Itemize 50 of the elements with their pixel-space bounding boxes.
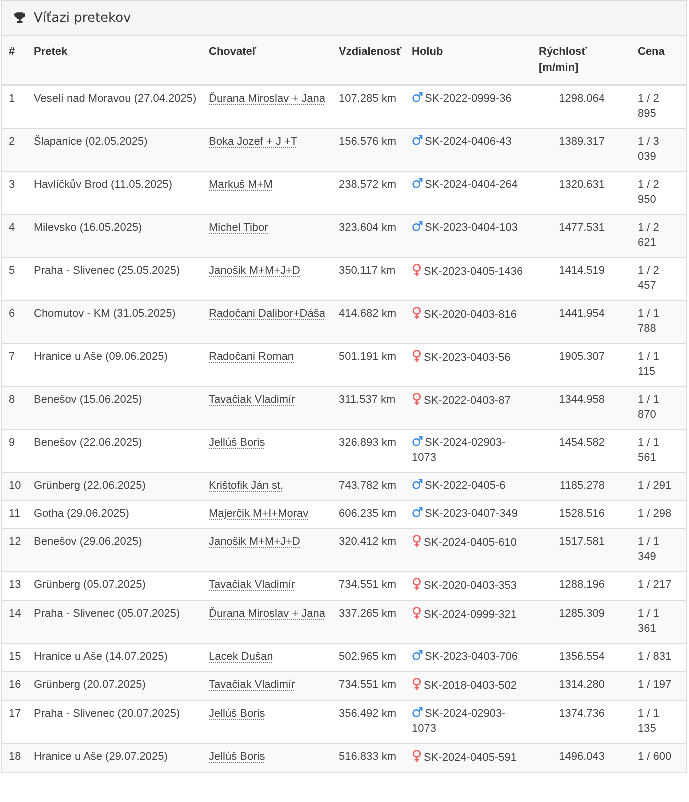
breeder-link[interactable]: Ďurana Miroslav + Jana: [209, 92, 326, 107]
pigeon-ring-number: SK-2023-0404-103: [425, 222, 518, 234]
column-header: Chovateľ: [202, 36, 332, 85]
column-header: Holub: [405, 36, 532, 85]
pigeon-ring-number: SK-2024-0404-264: [425, 179, 518, 191]
pigeon-ring-number: SK-2024-02903-1073: [412, 437, 506, 464]
pigeon-ring-number: SK-2018-0403-502: [424, 680, 517, 692]
table-cell: 516.833 km: [332, 744, 405, 772]
pigeon-ring-number: SK-2022-0405-6: [425, 480, 506, 492]
breeder-link[interactable]: Michel Tibor: [209, 221, 268, 236]
column-header: Rýchlosť [m/min]: [532, 36, 631, 85]
table-cell: 1496.043: [532, 744, 631, 772]
pigeon-ring-number: SK-2024-0405-591: [424, 752, 517, 764]
breeder-link[interactable]: Jellúš Boris: [209, 436, 266, 451]
table-cell: 18: [2, 744, 27, 772]
pigeon-ring-number: SK-2024-0406-43: [425, 136, 512, 148]
breeder-link[interactable]: Janošik M+M+J+D: [209, 264, 300, 279]
breeder-link[interactable]: Markuš M+M: [209, 178, 273, 193]
breeder-link[interactable]: Krištofik Ján st.: [209, 479, 284, 494]
pigeon-ring-number: SK-2023-0407-349: [425, 508, 518, 520]
pigeon-ring-number: SK-2020-0403-816: [424, 309, 517, 321]
breeder-link[interactable]: Radočani Roman: [209, 350, 294, 365]
column-header: Pretek: [27, 36, 202, 85]
pigeon-ring-number: SK-2024-02903-1073: [412, 708, 506, 735]
breeder-link[interactable]: Ďurana Miroslav + Jana: [209, 607, 326, 622]
breeder-link[interactable]: Majerčik M+I+Morav: [209, 507, 309, 522]
pigeon-ring-number: SK-2023-0403-706: [425, 651, 518, 663]
pigeon-ring-number: SK-2023-0403-56: [424, 352, 511, 364]
pigeon-ring-number: SK-2024-0999-321: [424, 609, 517, 621]
breeder-link[interactable]: Jellúš Boris: [209, 707, 266, 722]
column-header: Cena: [631, 36, 686, 85]
breeder-link[interactable]: Janošik M+M+J+D: [209, 535, 300, 550]
table-cell: 1 / 600: [631, 744, 686, 772]
breeder-link[interactable]: Tavačiak Vladimír: [209, 578, 296, 593]
breeder-link[interactable]: Boka Jozef + J +T: [209, 135, 298, 150]
column-header: #: [2, 36, 27, 85]
pigeon-ring-number: SK-2022-0403-87: [424, 395, 511, 407]
breeder-link[interactable]: Tavačiak Vladimír: [209, 393, 296, 408]
breeder-link[interactable]: Tavačiak Vladimír: [209, 678, 296, 693]
column-header: Vzdialenosť: [332, 36, 405, 85]
breeder-link[interactable]: Lacek Dušan: [209, 650, 274, 665]
table-cell: Hranice u Aše (29.07.2025): [27, 744, 202, 772]
pigeon-ring-number: SK-2020-0403-353: [424, 580, 517, 592]
pigeon-ring-number: SK-2022-0999-36: [425, 93, 512, 105]
panel-title: Víťazi pretekov: [34, 10, 132, 26]
pigeon-ring-number: SK-2024-0405-610: [424, 537, 517, 549]
breeder-link[interactable]: Radočani Dalibor+Dáša: [209, 307, 326, 322]
breeder-link[interactable]: Jellúš Boris: [209, 750, 266, 765]
trophy-icon: [14, 12, 26, 24]
pigeon-ring-number: SK-2023-0405-1436: [424, 266, 524, 278]
